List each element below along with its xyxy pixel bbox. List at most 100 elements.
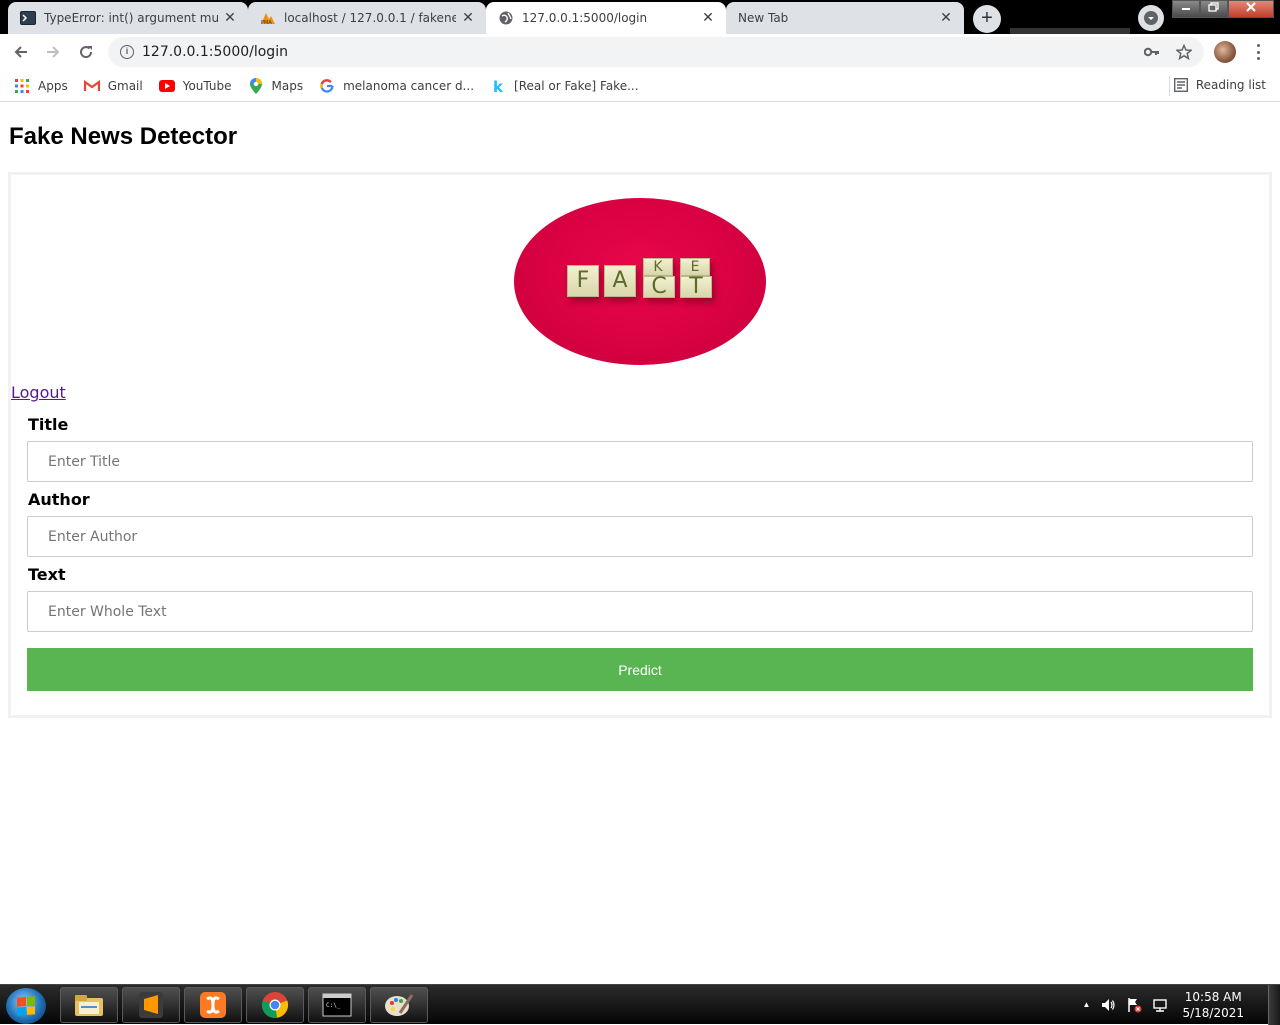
reload-button[interactable] (74, 40, 98, 64)
file-explorer-icon (75, 995, 103, 1016)
letter-cube: F (567, 265, 599, 297)
predict-button[interactable]: Predict (27, 648, 1253, 691)
tab-close-icon[interactable]: ✕ (222, 10, 238, 26)
close-window-button[interactable] (1228, 0, 1274, 18)
bookmark-maps[interactable]: Maps (248, 77, 304, 94)
bookmark-gmail[interactable]: Gmail (83, 78, 143, 94)
tab-title: TypeError: int() argument must b (44, 11, 218, 25)
bookmark-apps[interactable]: Apps (14, 78, 68, 94)
tab-new-tab[interactable]: New Tab ✕ (726, 2, 964, 34)
browser-menu-button[interactable] (1250, 42, 1266, 62)
system-clock[interactable]: 10:58 AM 5/18/2021 (1182, 989, 1244, 1021)
taskbar-sublime-text[interactable] (122, 987, 180, 1023)
title-input[interactable] (27, 441, 1253, 482)
clock-time: 10:58 AM (1184, 990, 1242, 1004)
restore-button[interactable] (1200, 0, 1228, 18)
maps-icon (248, 77, 264, 94)
profile-avatar[interactable] (1214, 41, 1236, 63)
bookmark-melanoma[interactable]: melanoma cancer d... (319, 78, 474, 94)
youtube-icon (158, 78, 175, 94)
system-tray: ▲ 10:58 AM 5/18/2021 (1083, 985, 1280, 1025)
restore-icon (1208, 2, 1219, 12)
title-label: Title (28, 415, 69, 434)
network-icon[interactable] (1152, 997, 1168, 1013)
bookmark-label: melanoma cancer d... (343, 78, 475, 93)
new-tab-button[interactable]: + (973, 5, 1001, 33)
chrome-icon (261, 992, 289, 1018)
clock-date: 5/18/2021 (1182, 1006, 1244, 1020)
start-button[interactable] (6, 988, 46, 1024)
taskbar-cmd[interactable]: C:\_ (308, 987, 366, 1023)
tab-strip: TypeError: int() argument must b ✕ PMA l… (0, 0, 1280, 34)
google-icon (319, 78, 335, 94)
bookmark-youtube[interactable]: YouTube (158, 78, 232, 94)
back-button[interactable] (9, 40, 33, 64)
forward-button[interactable] (41, 40, 65, 64)
reload-icon (80, 46, 93, 59)
cmd-icon: C:\_ (322, 993, 352, 1017)
address-bar[interactable]: i 127.0.0.1:5000/login (108, 37, 1204, 67)
author-label: Author (28, 490, 90, 509)
show-hidden-icons-button[interactable]: ▲ (1083, 997, 1091, 1013)
terminal-icon (20, 10, 36, 26)
bookmark-label: Maps (271, 78, 304, 93)
action-center-flag-icon[interactable] (1126, 997, 1142, 1013)
tab-login[interactable]: 127.0.0.1:5000/login ✕ (486, 2, 726, 34)
minimize-button[interactable] (1172, 0, 1200, 18)
globe-icon (498, 10, 514, 26)
fake-fact-hero-image: F A K C E T (514, 198, 766, 365)
paint-icon (385, 994, 414, 1016)
tab-title: New Tab (738, 11, 789, 25)
taskbar-xampp[interactable] (184, 987, 242, 1023)
site-info-icon[interactable]: i (120, 45, 134, 59)
windows-taskbar: C:\_ ▲ 10:58 AM 5/18/2021 (0, 984, 1280, 1025)
windows-logo-icon (17, 996, 35, 1016)
xampp-icon (200, 992, 226, 1018)
tab-close-icon[interactable]: ✕ (700, 10, 716, 26)
bookmark-kaggle[interactable]: k [Real or Fake] Fake... (490, 78, 639, 94)
reading-list-button[interactable]: Reading list (1173, 78, 1266, 92)
tab-title: localhost / 127.0.0.1 / fakenews / (284, 11, 456, 25)
kaggle-icon: k (490, 78, 506, 94)
reading-list-label: Reading list (1195, 78, 1266, 92)
taskbar-chrome[interactable] (246, 987, 304, 1023)
letter-cube: T (680, 276, 712, 298)
letter-cube: A (604, 265, 636, 297)
page-title: Fake News Detector (9, 123, 238, 150)
chevron-down-icon (1144, 11, 1158, 25)
show-desktop-button[interactable] (1268, 985, 1280, 1025)
text-input[interactable] (27, 591, 1253, 632)
volume-icon[interactable] (1100, 997, 1116, 1013)
tab-search-button[interactable] (1138, 5, 1164, 31)
phpmyadmin-icon: PMA (260, 10, 276, 26)
text-label: Text (28, 565, 66, 584)
taskbar-paint[interactable] (370, 987, 428, 1023)
page-viewport: Fake News Detector F A K C E T Logout Ti… (0, 103, 1280, 984)
apps-grid-icon (14, 78, 30, 94)
reading-list-icon (1173, 78, 1188, 92)
tab-phpmyadmin[interactable]: PMA localhost / 127.0.0.1 / fakenews / ✕ (248, 2, 486, 34)
logout-link[interactable]: Logout (11, 383, 66, 402)
arrow-left-icon (14, 46, 27, 58)
close-icon (1246, 2, 1256, 12)
svg-text:PMA: PMA (261, 20, 272, 25)
minimize-icon (1182, 8, 1190, 10)
author-input[interactable] (27, 516, 1253, 557)
tab-close-icon[interactable]: ✕ (460, 10, 476, 26)
cmd-prompt-text: C:\_ (326, 1002, 341, 1009)
key-icon[interactable] (1144, 46, 1160, 58)
sublime-text-icon (139, 992, 163, 1018)
bookmark-label: [Real or Fake] Fake... (514, 78, 639, 93)
letter-cube: C (643, 276, 675, 298)
taskbar-file-explorer[interactable] (60, 987, 118, 1023)
tab-title: 127.0.0.1:5000/login (522, 11, 648, 25)
gmail-icon (83, 78, 100, 94)
detector-form-card: F A K C E T Logout Title Author Text Pre… (8, 172, 1272, 718)
tab-typeerror[interactable]: TypeError: int() argument must b ✕ (8, 2, 248, 34)
bookmark-label: Apps (38, 78, 68, 93)
arrow-right-icon (47, 46, 60, 58)
tab-close-icon[interactable]: ✕ (938, 10, 954, 26)
bookmark-label: Gmail (107, 78, 143, 93)
star-icon[interactable] (1176, 44, 1192, 60)
url-text[interactable]: 127.0.0.1:5000/login (142, 44, 288, 60)
